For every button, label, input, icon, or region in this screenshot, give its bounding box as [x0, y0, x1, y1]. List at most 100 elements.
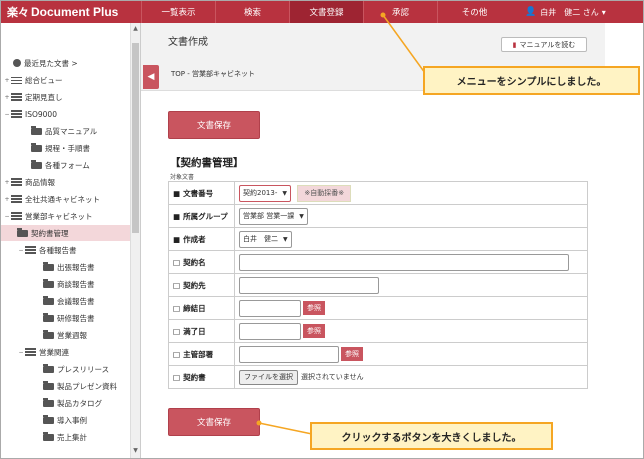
sidebar-item-label: 売上集計 — [57, 432, 87, 442]
expand-icon[interactable]: + — [3, 196, 11, 203]
scroll-up-icon[interactable]: ▲ — [131, 25, 140, 32]
signed-date-input[interactable] — [239, 299, 301, 317]
doc-number-select[interactable]: 契約2013- ▼ — [239, 184, 291, 202]
callout-button: クリックするボタンを大きくしました。 — [310, 422, 553, 450]
sidebar-item-catalog[interactable]: 製品カタログ — [1, 395, 131, 411]
collapse-icon[interactable]: − — [3, 111, 11, 118]
app-logo[interactable]: 楽々 Document Plus — [1, 1, 141, 23]
chevron-down-icon: ▼ — [282, 189, 287, 197]
sidebar-item-deal-reports[interactable]: 商談報告書 — [1, 276, 131, 292]
dept-label: 所属グループ — [183, 211, 228, 221]
book-icon: ▮ — [512, 40, 517, 49]
nav-approval[interactable]: 承認 — [363, 1, 437, 23]
nav-other[interactable]: その他 — [437, 1, 511, 23]
auto-number-button[interactable]: ※自動採番※ — [297, 184, 352, 202]
sidebar-item-label: 各種報告書 — [39, 245, 77, 255]
sidebar-item-review[interactable]: + 定期見直し — [1, 89, 131, 105]
sidebar-item-press-release[interactable]: プレスリリース — [1, 361, 131, 377]
nav-register[interactable]: 文書登録 — [289, 1, 363, 23]
sidebar-item-sales-totals[interactable]: 売上集計 — [1, 429, 131, 445]
contract-party-input[interactable] — [239, 276, 379, 294]
sidebar-item-quality-manual[interactable]: 品質マニュアル — [1, 123, 131, 139]
sidebar-item-common-cabinet[interactable]: + 全社共通キャビネット — [1, 191, 131, 207]
sidebar-toggle-button[interactable]: ◀ — [143, 65, 159, 89]
chevron-down-icon: ▾ — [601, 7, 606, 17]
logo-mark: 楽々 — [7, 7, 29, 19]
field-value: 参照 — [234, 319, 588, 343]
sidebar-item-rules[interactable]: 規程・手順書 — [1, 140, 131, 156]
sidebar-item-case-studies[interactable]: 導入事例 — [1, 412, 131, 428]
nav-list-view[interactable]: 一覧表示 — [141, 1, 215, 23]
author-select[interactable]: 白井 健二 ▼ — [239, 230, 292, 248]
expand-icon[interactable]: + — [3, 94, 11, 101]
sidebar-scrollbar[interactable]: ▲ ▼ — [130, 23, 140, 458]
collapse-icon[interactable]: − — [17, 247, 25, 254]
dept-select[interactable]: 営業部 営業一課 ▼ — [239, 207, 308, 225]
field-value — [234, 273, 588, 297]
cabinet-icon — [11, 110, 22, 118]
owner-dept-label: 主管部署 — [183, 349, 214, 359]
sidebar-item-label: 最近見た文書 > — [24, 58, 78, 68]
collapse-icon[interactable]: − — [3, 213, 11, 220]
field-value: 白井 健二 ▼ — [234, 227, 588, 251]
sidebar-item-label: 定期見直し — [25, 92, 63, 102]
manual-button[interactable]: ▮ マニュアルを読む — [501, 37, 587, 52]
scrollbar-thumb[interactable] — [132, 43, 139, 233]
expand-icon[interactable]: + — [3, 179, 11, 186]
sidebar-item-label: 全社共通キャビネット — [25, 194, 100, 204]
owner-dept-ref-button[interactable]: 参照 — [341, 347, 363, 361]
save-button-top[interactable]: 文書保存 — [168, 111, 260, 139]
field-value: 契約2013- ▼ ※自動採番※ — [234, 181, 588, 205]
chevron-left-icon: ◀ — [147, 72, 155, 82]
field-label: □ 契約名 — [168, 250, 235, 274]
field-label: □ 満了日 — [168, 319, 235, 343]
sidebar-item-product-info[interactable]: + 商品情報 — [1, 174, 131, 190]
field-value — [234, 250, 588, 274]
nav-search[interactable]: 検索 — [215, 1, 289, 23]
sidebar-item-presentations[interactable]: 製品プレゼン資料 — [1, 378, 131, 394]
contract-party-label: 契約先 — [183, 280, 206, 290]
sidebar-item-sales-related[interactable]: − 営業関連 — [1, 344, 131, 360]
owner-dept-input[interactable] — [239, 345, 339, 363]
field-value: 参照 — [234, 296, 588, 320]
sidebar-item-weekly-reports[interactable]: 営業週報 — [1, 327, 131, 343]
cabinet-icon — [11, 178, 22, 186]
choose-file-button[interactable]: ファイルを選択 — [239, 369, 298, 385]
optional-mark: □ — [173, 257, 181, 267]
cabinet-icon — [25, 348, 36, 356]
sidebar-item-training-reports[interactable]: 研修報告書 — [1, 310, 131, 326]
user-menu[interactable]: 👤 白井 健二 さん ▾ — [511, 7, 606, 18]
signed-date-ref-button[interactable]: 参照 — [303, 301, 325, 315]
sidebar-item-iso9000[interactable]: − ISO9000 — [1, 106, 131, 122]
sidebar-item-meeting-reports[interactable]: 会議報告書 — [1, 293, 131, 309]
sidebar-item-contracts[interactable]: 契約書管理 — [1, 225, 131, 241]
app-window: 楽々 Document Plus 一覧表示 検索 文書登録 承認 その他 👤 白… — [0, 0, 644, 459]
scroll-down-icon[interactable]: ▼ — [131, 447, 140, 454]
sidebar-item-recent[interactable]: 最近見た文書 > — [1, 55, 131, 71]
breadcrumb[interactable]: TOP - 営業部キャビネット — [171, 69, 255, 79]
collapse-icon[interactable]: − — [17, 349, 25, 356]
file-status: 選択されていません — [301, 373, 364, 381]
field-label: ■ 文書番号 — [168, 181, 235, 205]
expire-date-input[interactable] — [239, 322, 301, 340]
sidebar-item-sales-cabinet[interactable]: − 営業部キャビネット — [1, 208, 131, 224]
folder-icon — [43, 431, 54, 441]
expand-icon[interactable]: + — [3, 77, 11, 84]
sidebar-item-label: 規程・手順書 — [45, 143, 90, 153]
field-label: □ 契約先 — [168, 273, 235, 297]
folder-icon — [43, 261, 54, 271]
sidebar-item-label: 商談報告書 — [57, 279, 95, 289]
required-mark: ■ — [173, 211, 181, 221]
sidebar-item-trip-reports[interactable]: 出張報告書 — [1, 259, 131, 275]
save-button-bottom[interactable]: 文書保存 — [168, 408, 260, 436]
sidebar-item-label: 営業部キャビネット — [25, 211, 93, 221]
contract-name-input[interactable] — [239, 253, 569, 271]
field-label: □ 締結日 — [168, 296, 235, 320]
expire-date-ref-button[interactable]: 参照 — [303, 324, 325, 338]
page-title: 文書作成 — [168, 37, 208, 48]
optional-mark: □ — [173, 326, 181, 336]
sidebar-item-overview[interactable]: + 総合ビュー — [1, 72, 131, 88]
sidebar-item-reports[interactable]: − 各種報告書 — [1, 242, 131, 258]
sidebar-item-forms[interactable]: 各種フォーム — [1, 157, 131, 173]
folder-icon — [17, 227, 28, 237]
